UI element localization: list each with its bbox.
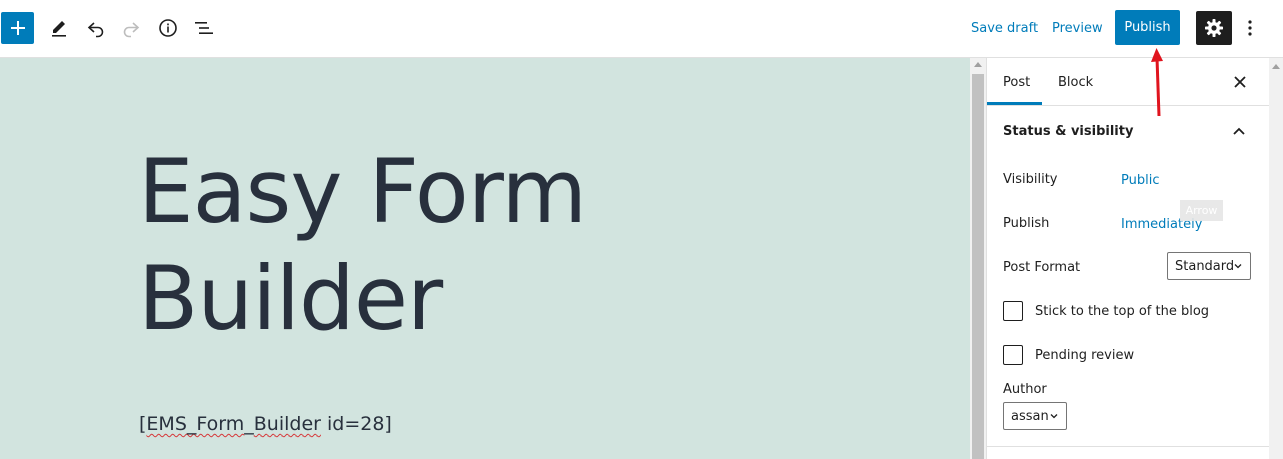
chevron-down-icon <box>1234 264 1242 269</box>
sidebar-scrollbar[interactable] <box>1269 58 1283 459</box>
pending-review-checkbox[interactable] <box>1003 345 1023 365</box>
visibility-label: Visibility <box>1003 172 1058 187</box>
settings-sidebar: Post Block Status & visibility Visibilit… <box>986 58 1270 459</box>
pencil-icon <box>52 21 66 37</box>
close-icon <box>1234 76 1246 88</box>
add-block-button[interactable] <box>1 12 34 44</box>
post-title[interactable]: Easy Form Builder <box>138 138 838 352</box>
sticky-checkbox[interactable] <box>1003 301 1023 321</box>
redo-button[interactable] <box>114 12 148 44</box>
gear-icon <box>1205 19 1223 37</box>
sticky-label[interactable]: Stick to the top of the blog <box>1035 304 1209 319</box>
pending-review-label[interactable]: Pending review <box>1035 348 1134 363</box>
chevron-down-icon <box>1050 414 1058 419</box>
chevron-up-icon[interactable] <box>1232 124 1246 138</box>
sidebar-tabs: Post Block <box>987 58 1270 106</box>
undo-icon <box>87 22 104 38</box>
arrow-tooltip: Arrow <box>1180 200 1223 221</box>
edit-tools-button[interactable] <box>42 12 76 44</box>
annotation-arrow-icon <box>1151 48 1163 117</box>
author-label: Author <box>1003 382 1047 397</box>
active-tab-indicator <box>987 102 1042 105</box>
visibility-toggle[interactable]: Public <box>1121 173 1159 188</box>
publish-label: Publish <box>1003 216 1050 231</box>
post-format-value: Standard <box>1175 258 1235 274</box>
plus-icon <box>10 21 25 35</box>
editor-toolbar: Save draft Preview Publish <box>0 0 1283 58</box>
author-value: assan <box>1011 408 1049 424</box>
editor-canvas: Easy Form Builder [EMS_Form_Builder id=2… <box>0 58 970 459</box>
shortcode-block[interactable]: [EMS_Form_Builder id=28] <box>139 413 392 435</box>
panel-divider <box>987 446 1270 447</box>
scroll-up-arrow-icon[interactable] <box>974 62 982 67</box>
shortcode-rest: id=28] <box>320 413 392 435</box>
close-sidebar-button[interactable] <box>1230 72 1250 92</box>
scroll-up-arrow-icon[interactable] <box>1272 64 1280 69</box>
status-visibility-title[interactable]: Status & visibility <box>1003 124 1133 139</box>
publish-button[interactable]: Publish <box>1115 10 1180 45</box>
shortcode-separator: _ <box>244 413 254 435</box>
tab-block[interactable]: Block <box>1058 75 1093 90</box>
list-view-icon <box>195 22 213 34</box>
scroll-thumb[interactable] <box>972 74 984 459</box>
author-select[interactable]: assan <box>1003 402 1067 430</box>
post-format-select[interactable]: Standard <box>1167 252 1251 280</box>
list-view-button[interactable] <box>187 12 221 44</box>
post-format-label: Post Format <box>1003 260 1081 275</box>
redo-icon <box>123 22 140 38</box>
more-vertical-icon <box>1248 20 1252 36</box>
settings-button[interactable] <box>1196 11 1232 45</box>
details-button[interactable] <box>151 12 185 44</box>
info-icon <box>159 19 177 37</box>
shortcode-word-1: EMS_Form <box>146 413 245 435</box>
canvas-scrollbar[interactable] <box>970 58 986 459</box>
post-title-line-1: Easy Form <box>138 140 587 243</box>
undo-button[interactable] <box>79 12 113 44</box>
shortcode-word-2: Builder <box>253 413 321 435</box>
preview-button[interactable]: Preview <box>1052 21 1103 36</box>
tab-post[interactable]: Post <box>1003 75 1030 90</box>
post-title-line-2: Builder <box>138 247 443 350</box>
more-options-button[interactable] <box>1240 12 1260 44</box>
save-draft-button[interactable]: Save draft <box>971 21 1038 36</box>
